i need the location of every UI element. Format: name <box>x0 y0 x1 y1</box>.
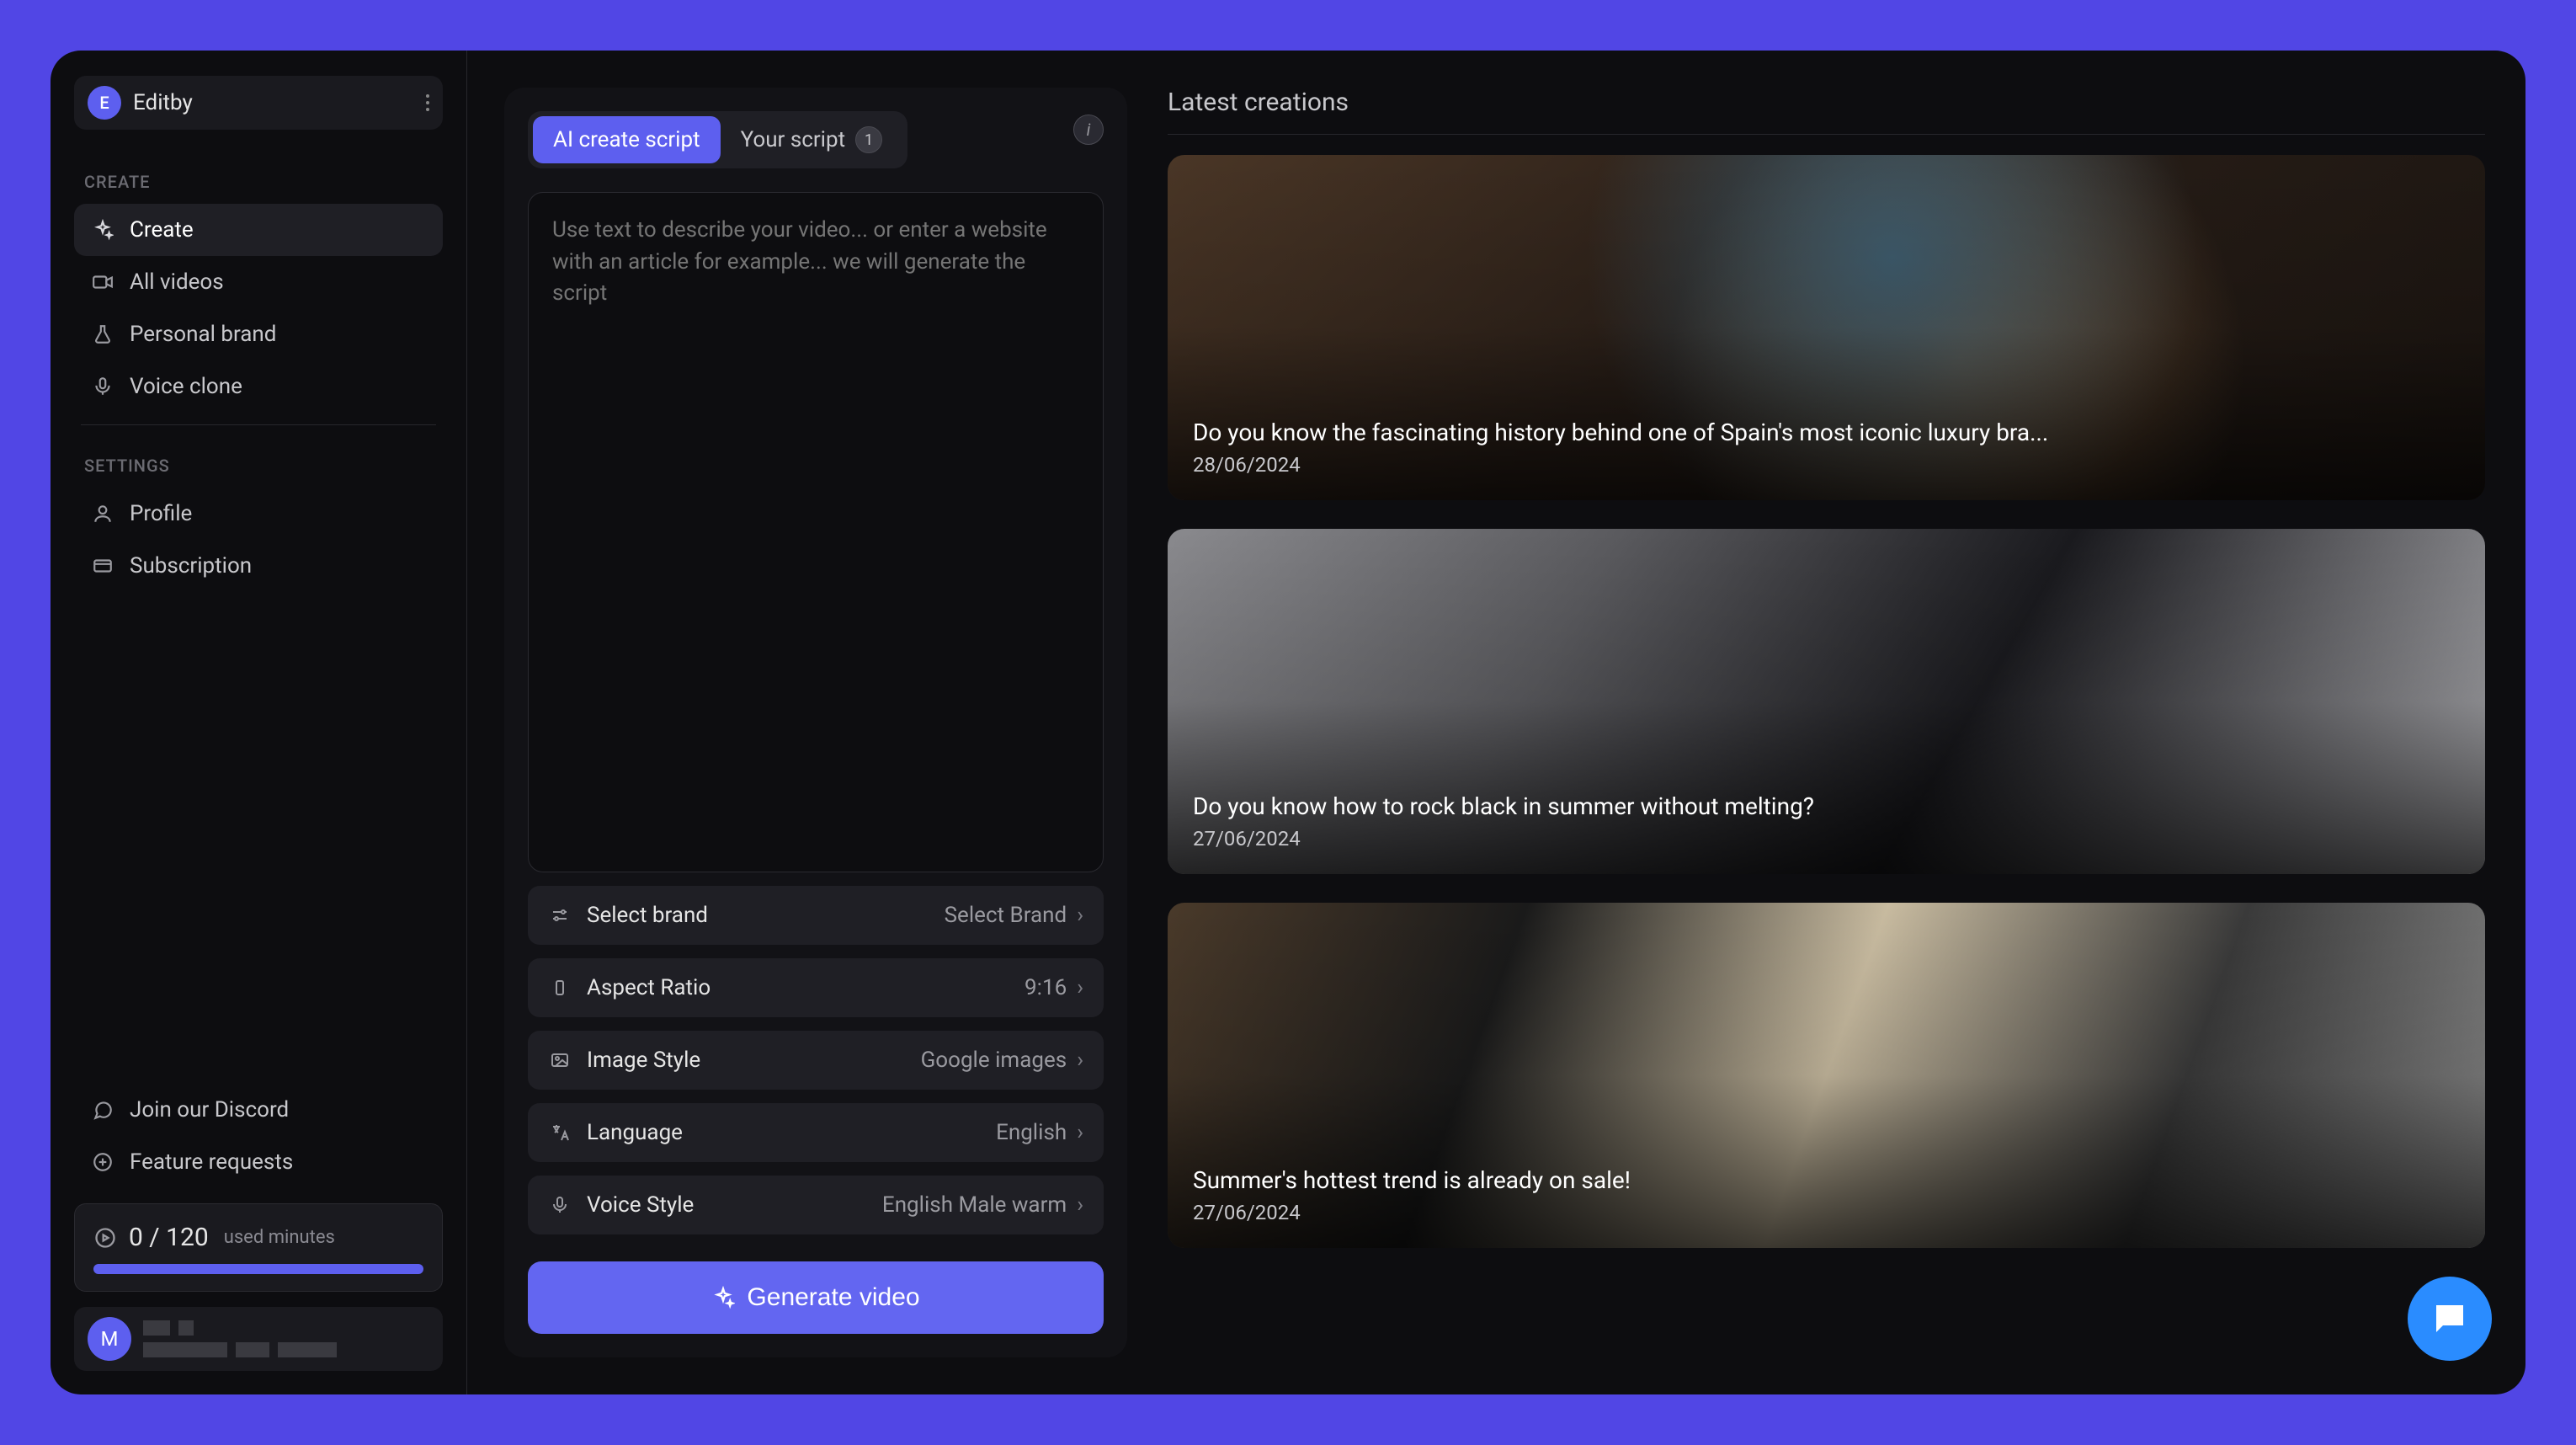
option-aspect-ratio[interactable]: Aspect Ratio 9:16 › <box>528 958 1104 1017</box>
sidebar-item-label: Subscription <box>130 553 252 579</box>
mic-icon <box>91 375 114 398</box>
script-tabs: AI create script Your script 1 <box>528 111 907 168</box>
option-label: Aspect Ratio <box>587 975 711 1000</box>
language-icon <box>548 1121 572 1144</box>
prompt-input[interactable] <box>552 215 1079 850</box>
chevron-right-icon: › <box>1077 1192 1083 1218</box>
tab-label: Your script <box>741 127 845 152</box>
sidebar-item-label: Feature requests <box>130 1149 293 1175</box>
card-date: 27/06/2024 <box>1193 1201 1631 1224</box>
mic-icon <box>548 1193 572 1217</box>
tab-badge: 1 <box>855 126 882 153</box>
option-brand[interactable]: Select brand Select Brand › <box>528 886 1104 945</box>
usage-minutes: 0 / 120 <box>129 1223 209 1252</box>
creation-card[interactable]: Summer's hottest trend is already on sal… <box>1168 903 2485 1248</box>
usage-progress <box>93 1264 423 1274</box>
tab-label: AI create script <box>553 127 700 152</box>
sparkles-icon <box>91 218 114 242</box>
chevron-right-icon: › <box>1077 1120 1083 1145</box>
option-language[interactable]: Language English › <box>528 1103 1104 1162</box>
divider <box>81 424 436 425</box>
info-icon: i <box>1087 120 1091 140</box>
option-voice-style[interactable]: Voice Style English Male warm › <box>528 1176 1104 1234</box>
editor-panel: AI create script Your script 1 i <box>504 88 1127 1357</box>
option-label: Select brand <box>587 903 708 928</box>
option-label: Language <box>587 1120 683 1145</box>
sidebar-item-profile[interactable]: Profile <box>74 488 443 540</box>
chevron-right-icon: › <box>1077 1048 1083 1073</box>
option-label: Voice Style <box>587 1192 694 1218</box>
card-date: 27/06/2024 <box>1193 827 1814 850</box>
chevron-right-icon: › <box>1077 903 1083 928</box>
section-label-create: CREATE <box>84 172 433 192</box>
generate-button[interactable]: Generate video <box>528 1261 1104 1334</box>
option-value: 9:16 <box>1025 975 1067 1000</box>
creation-card[interactable]: Do you know the fascinating history behi… <box>1168 155 2485 500</box>
card-date: 28/06/2024 <box>1193 453 2048 477</box>
sparkles-icon <box>711 1286 735 1309</box>
sidebar-item-label: Profile <box>130 501 192 526</box>
usage-label: used minutes <box>224 1227 335 1248</box>
user-menu[interactable]: M <box>74 1307 443 1371</box>
section-label-settings: SETTINGS <box>84 456 433 476</box>
sidebar: E Editby CREATE Create All videos Person… <box>51 51 467 1394</box>
plus-circle-icon <box>91 1150 114 1174</box>
option-image-style[interactable]: Image Style Google images › <box>528 1031 1104 1090</box>
sidebar-item-all-videos[interactable]: All videos <box>74 256 443 308</box>
sliders-icon <box>548 904 572 927</box>
card-title: Do you know the fascinating history behi… <box>1193 419 2048 446</box>
sidebar-item-label: Voice clone <box>130 374 242 399</box>
tab-your-script[interactable]: Your script 1 <box>721 116 902 163</box>
sidebar-item-voice-clone[interactable]: Voice clone <box>74 360 443 413</box>
sidebar-item-feature-requests[interactable]: Feature requests <box>74 1136 443 1188</box>
sidebar-item-subscription[interactable]: Subscription <box>74 540 443 592</box>
sidebar-item-personal-brand[interactable]: Personal brand <box>74 308 443 360</box>
video-icon <box>91 270 114 294</box>
sidebar-item-label: All videos <box>130 269 224 295</box>
option-label: Image Style <box>587 1048 700 1073</box>
card-title: Summer's hottest trend is already on sal… <box>1193 1166 1631 1194</box>
usage-card: 0 / 120 used minutes <box>74 1203 443 1292</box>
user-avatar: M <box>88 1317 131 1361</box>
chat-bubble-icon <box>2430 1298 2470 1339</box>
flask-icon <box>91 323 114 346</box>
more-icon[interactable] <box>426 94 429 111</box>
image-icon <box>548 1048 572 1072</box>
sidebar-item-label: Join our Discord <box>130 1097 289 1122</box>
sidebar-item-create[interactable]: Create <box>74 204 443 256</box>
generate-label: Generate video <box>747 1283 919 1312</box>
sidebar-item-label: Create <box>130 217 194 243</box>
play-circle-icon <box>93 1226 117 1250</box>
prompt-input-container <box>528 192 1104 872</box>
chat-icon <box>91 1098 114 1122</box>
workspace-selector[interactable]: E Editby <box>74 76 443 130</box>
card-title: Do you know how to rock black in summer … <box>1193 792 1814 820</box>
user-icon <box>91 502 114 525</box>
user-redacted <box>143 1320 429 1357</box>
card-icon <box>91 554 114 578</box>
chat-fab[interactable] <box>2408 1277 2492 1361</box>
workspace-avatar: E <box>88 86 121 120</box>
tab-ai-script[interactable]: AI create script <box>533 116 721 163</box>
option-value: English Male warm <box>882 1192 1067 1218</box>
main: AI create script Your script 1 i <box>467 51 2525 1394</box>
sidebar-item-label: Personal brand <box>130 322 276 347</box>
option-value: English <box>996 1120 1067 1145</box>
creations-header: Latest creations <box>1168 88 2485 135</box>
option-value: Google images <box>921 1048 1067 1073</box>
option-value: Select Brand <box>945 903 1067 928</box>
info-button[interactable]: i <box>1073 115 1104 145</box>
creations-panel: Latest creations Do you know the fascina… <box>1168 88 2485 1357</box>
sidebar-item-discord[interactable]: Join our Discord <box>74 1084 443 1136</box>
chevron-right-icon: › <box>1077 975 1083 1000</box>
workspace-name: Editby <box>133 90 193 115</box>
aspect-icon <box>548 976 572 1000</box>
creation-card[interactable]: Do you know how to rock black in summer … <box>1168 529 2485 874</box>
